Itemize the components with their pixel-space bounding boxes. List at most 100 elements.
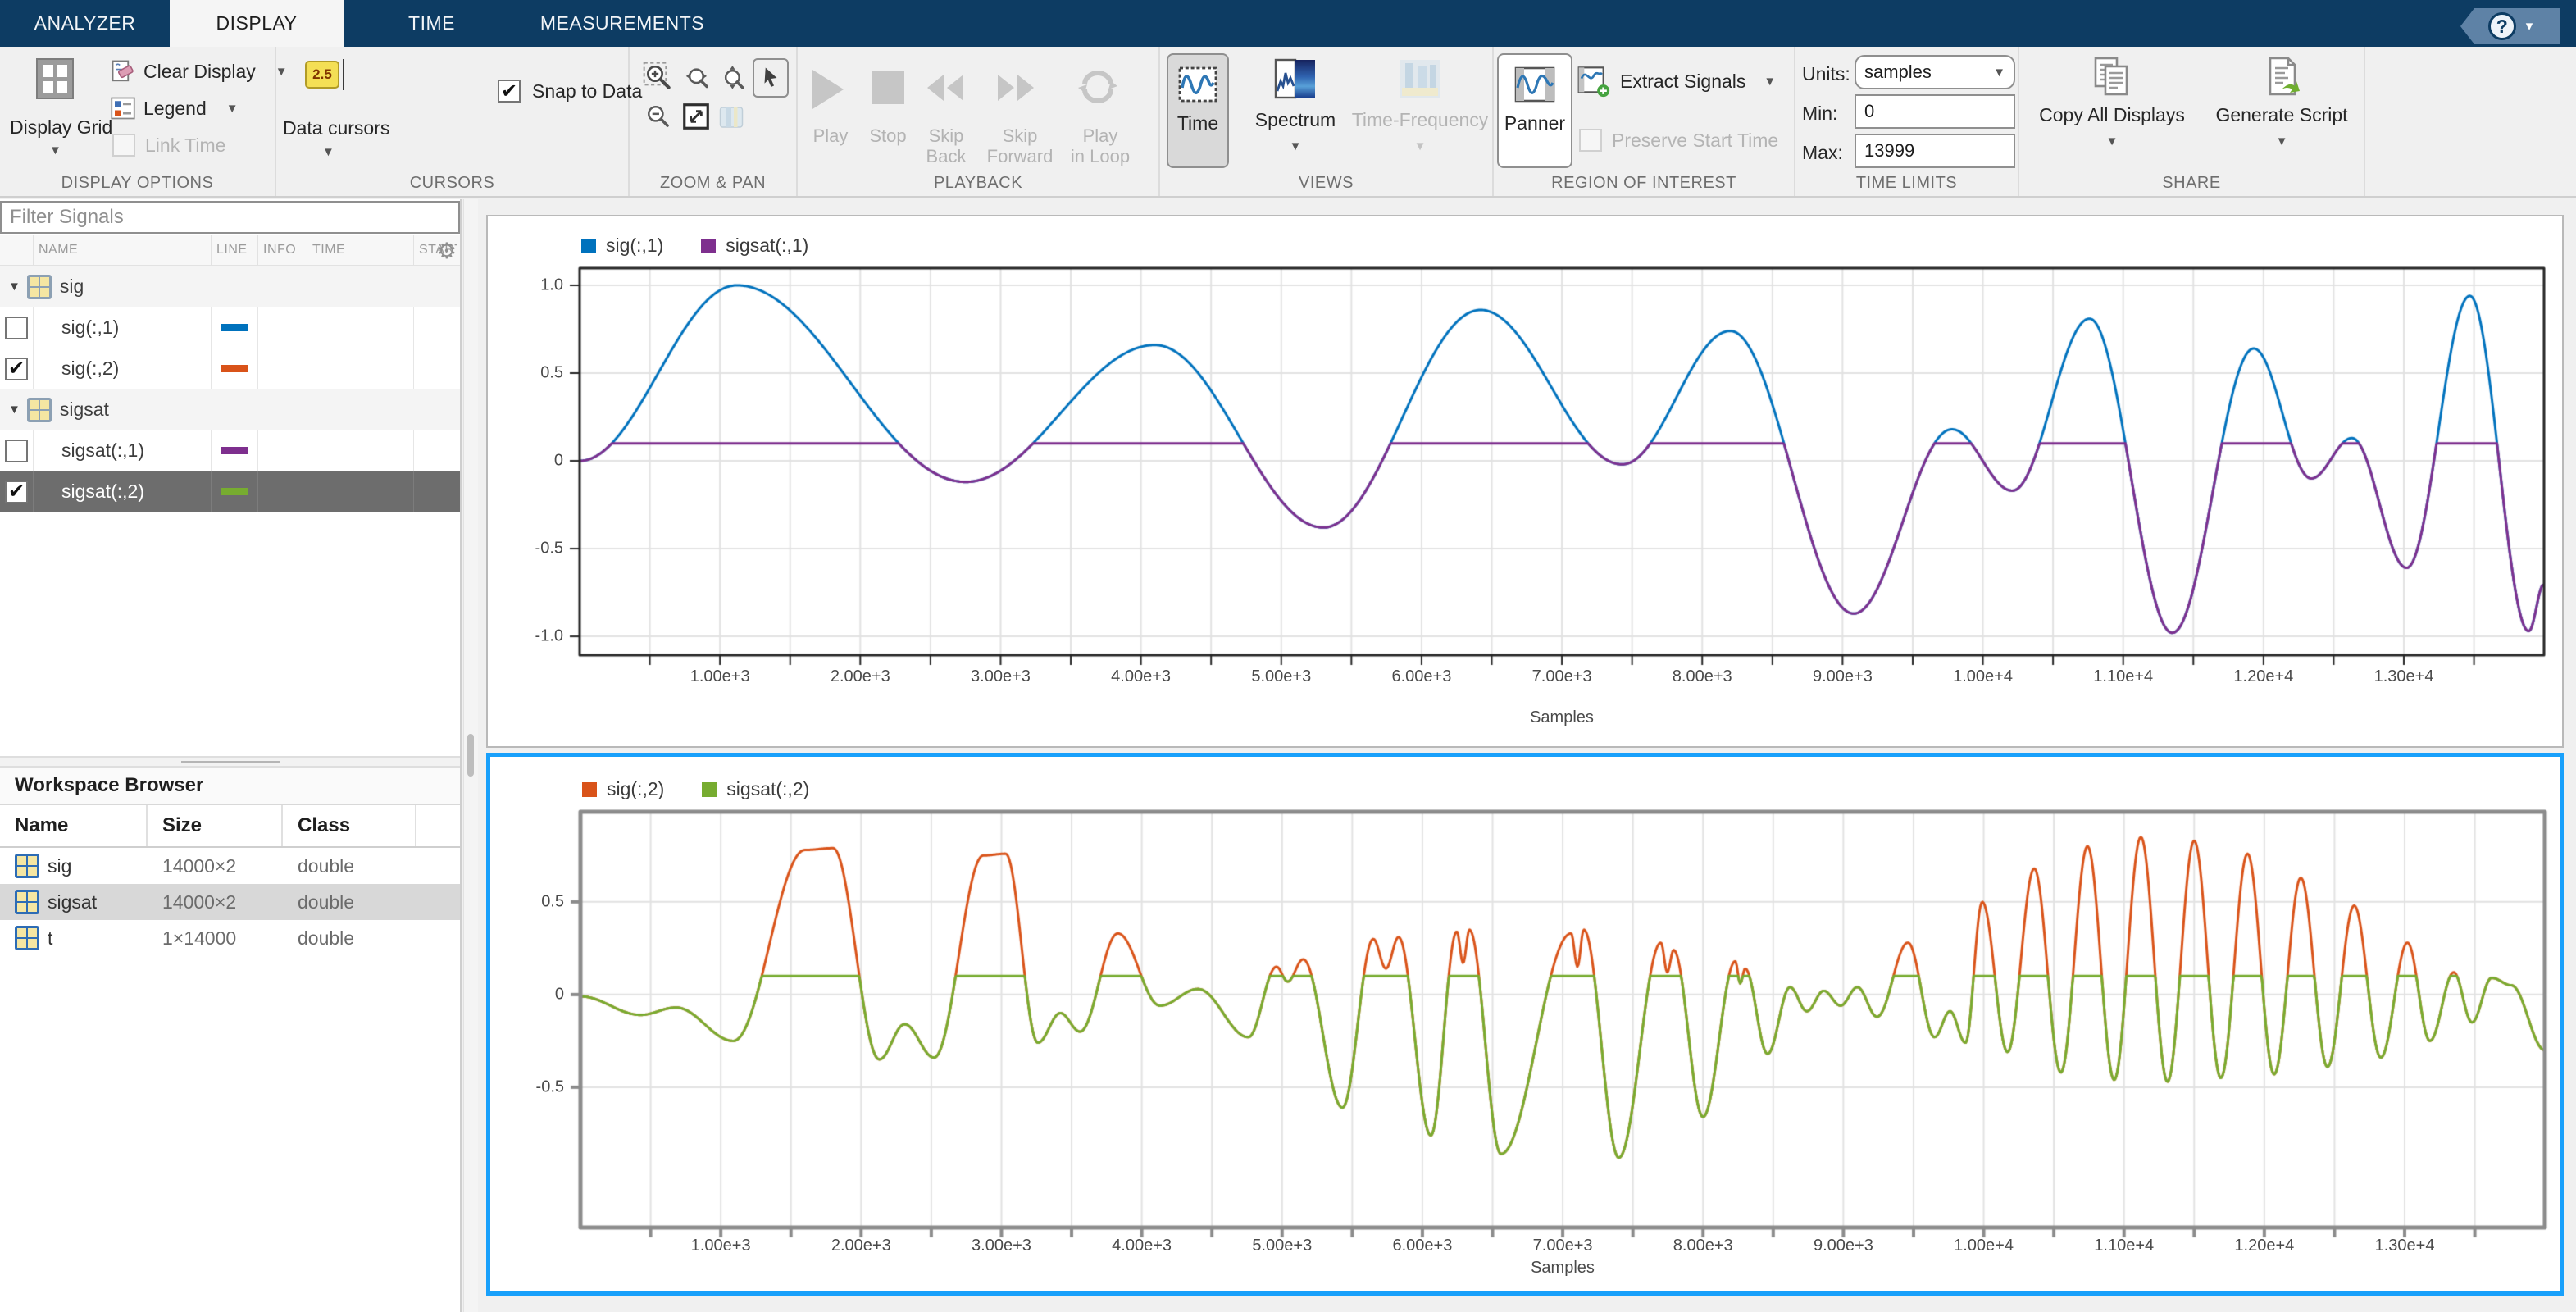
workspace-row-sig[interactable]: sig14000×2double (0, 848, 460, 884)
time-view-label: Time (1168, 112, 1227, 134)
x-tick-label: 4.00e+3 (1111, 667, 1171, 686)
line-style-swatch[interactable] (221, 324, 248, 331)
link-time-label: Link Time (145, 134, 225, 157)
tab-time[interactable]: TIME (344, 0, 520, 47)
scrollbar-thumb[interactable] (467, 734, 474, 777)
x-tick-label: 2.00e+3 (831, 1237, 891, 1255)
signal-group-row-sig[interactable]: ▼sig (0, 266, 460, 308)
chevron-down-icon[interactable]: ▼ (49, 144, 61, 157)
legend-swatch (702, 782, 717, 797)
extract-signals-button[interactable]: Extract Signals ▼ (1577, 65, 1776, 98)
chevron-down-icon[interactable]: ▼ (1242, 139, 1349, 153)
sidebar-scrollbar[interactable] (463, 199, 478, 1312)
stop-label: Stop (863, 125, 913, 146)
ws-col-name[interactable]: Name (0, 805, 148, 846)
pointer-tool-button[interactable] (753, 58, 789, 98)
chevron-down-icon[interactable]: ▼ (2036, 134, 2188, 148)
panel-splitter[interactable] (0, 756, 460, 768)
col-name[interactable]: NAME (34, 235, 212, 265)
play-in-loop-label: Playin Loop (1063, 125, 1137, 167)
display-grid-button[interactable] (36, 58, 74, 99)
zoom-out-icon (643, 101, 674, 132)
col-line[interactable]: LINE (212, 235, 258, 265)
fit-to-view-button[interactable] (680, 101, 712, 132)
expander-icon[interactable]: ▼ (8, 280, 20, 294)
x-tick-label: 2.00e+3 (831, 667, 890, 686)
zoom-x-button[interactable] (682, 63, 713, 94)
line-style-swatch[interactable] (221, 447, 248, 454)
legend-button[interactable]: Legend ▼ (111, 96, 239, 121)
signal-row-sigsat(:,1)[interactable]: ✔sigsat(:,1) (0, 430, 460, 472)
line-style-swatch[interactable] (221, 365, 248, 372)
checkbox-checked-icon[interactable]: ✔ (5, 358, 28, 380)
display-1[interactable]: sig(:,1)sigsat(:,1) Samples 1.00e+32.00e… (486, 215, 2564, 748)
spectrum-button[interactable]: Spectrum ▼ (1242, 58, 1349, 153)
tab-analyzer[interactable]: ANALYZER (0, 0, 170, 47)
snap-to-data-checkbox[interactable]: ✔ Snap to Data (498, 80, 642, 102)
time-view-button[interactable]: Time (1167, 53, 1229, 168)
generate-script-button[interactable]: Generate Script ▼ (2208, 55, 2355, 148)
chevron-down-icon: ▾ (2526, 18, 2533, 34)
units-dropdown[interactable]: samples ▼ (1855, 55, 2015, 89)
panner-button[interactable]: Panner (1497, 53, 1572, 168)
tab-measurements[interactable]: MEASUREMENTS (520, 0, 725, 47)
units-value: samples (1864, 61, 1932, 83)
filter-signals-input[interactable] (0, 201, 460, 234)
checkbox-icon[interactable]: ✔ (5, 317, 28, 339)
x-tick-label: 1.00e+3 (691, 1237, 751, 1255)
variable-size: 14000×2 (148, 848, 283, 884)
section-label: SHARE (2019, 174, 2364, 193)
chevron-down-icon: ▼ (1993, 66, 2005, 80)
max-input[interactable]: 13999 (1855, 134, 2015, 168)
signal-name: sig(:,1) (61, 317, 119, 339)
section-label: DISPLAY OPTIONS (0, 174, 275, 193)
group-display-options: Display Grid ▼ Clear Display ▼ Legend ▼ … (0, 47, 276, 196)
data-cursors-label[interactable]: Data cursors (283, 117, 389, 139)
skip-forward-button (993, 71, 1039, 104)
workspace-row-sigsat[interactable]: sigsat14000×2double (0, 884, 460, 920)
preserve-start-time-checkbox: ✔ Preserve Start Time (1579, 129, 1778, 152)
expander-icon[interactable]: ▼ (8, 403, 20, 417)
copy-all-displays-button[interactable]: Copy All Displays ▼ (2036, 55, 2188, 148)
signal-row-sig(:,2)[interactable]: ✔ sig(:,2) (0, 348, 460, 390)
matrix-icon (15, 854, 39, 878)
zoom-in-button[interactable] (643, 61, 676, 94)
group-time-limits: Units: samples ▼ Min: 0 Max: 13999 TIME … (1795, 47, 2019, 196)
clear-display-button[interactable]: Clear Display ▼ (111, 59, 288, 84)
ws-col-size[interactable]: Size (148, 805, 283, 846)
workspace-row-t[interactable]: t1×14000double (0, 920, 460, 956)
signal-row-sigsat(:,2)[interactable]: ✔sigsat(:,2) (0, 472, 460, 512)
gear-icon[interactable]: ⚙ (437, 239, 457, 264)
x-tick-label: 3.00e+3 (972, 1237, 1031, 1255)
chevron-down-icon[interactable]: ▼ (322, 145, 335, 159)
display-grid-icon (36, 58, 74, 99)
data-cursors-button[interactable]: 2.5 (305, 59, 344, 90)
y-tick-label: -0.5 (536, 1077, 564, 1096)
section-label: TIME LIMITS (1795, 174, 2018, 193)
col-time[interactable]: TIME (307, 235, 414, 265)
chevron-down-icon[interactable]: ▼ (2208, 134, 2355, 148)
display-2-selected[interactable]: sig(:,2)sigsat(:,2) Samples 1.00e+32.00e… (486, 753, 2564, 1296)
time-frequency-icon (1399, 58, 1441, 99)
time-plot-2-canvas[interactable] (490, 757, 2560, 1292)
display-grid-label[interactable]: Display Grid (10, 116, 112, 139)
line-style-swatch[interactable] (221, 488, 248, 495)
legend-swatch (581, 239, 596, 253)
time-view-icon (1178, 66, 1217, 102)
y-tick-label: 0 (554, 452, 563, 471)
help-button[interactable]: ? ▾ (2460, 8, 2560, 44)
col-info[interactable]: INFO (258, 235, 307, 265)
zoom-out-button[interactable] (643, 101, 674, 132)
min-input[interactable]: 0 (1855, 94, 2015, 129)
signal-name: sig(:,2) (61, 358, 119, 380)
zoom-y-button[interactable] (718, 63, 749, 94)
checkbox-icon[interactable]: ✔ (5, 440, 28, 462)
signal-row-sig(:,1)[interactable]: ✔ sig(:,1) (0, 308, 460, 348)
ws-col-class[interactable]: Class (283, 805, 416, 846)
checkbox-checked-icon[interactable]: ✔ (5, 481, 28, 503)
x-tick-label: 1.10e+4 (2093, 667, 2153, 686)
tab-display[interactable]: DISPLAY (170, 0, 344, 47)
variable-class: double (283, 884, 416, 920)
signal-group-row-sigsat[interactable]: ▼sigsat (0, 390, 460, 430)
matrix-icon (27, 275, 52, 299)
